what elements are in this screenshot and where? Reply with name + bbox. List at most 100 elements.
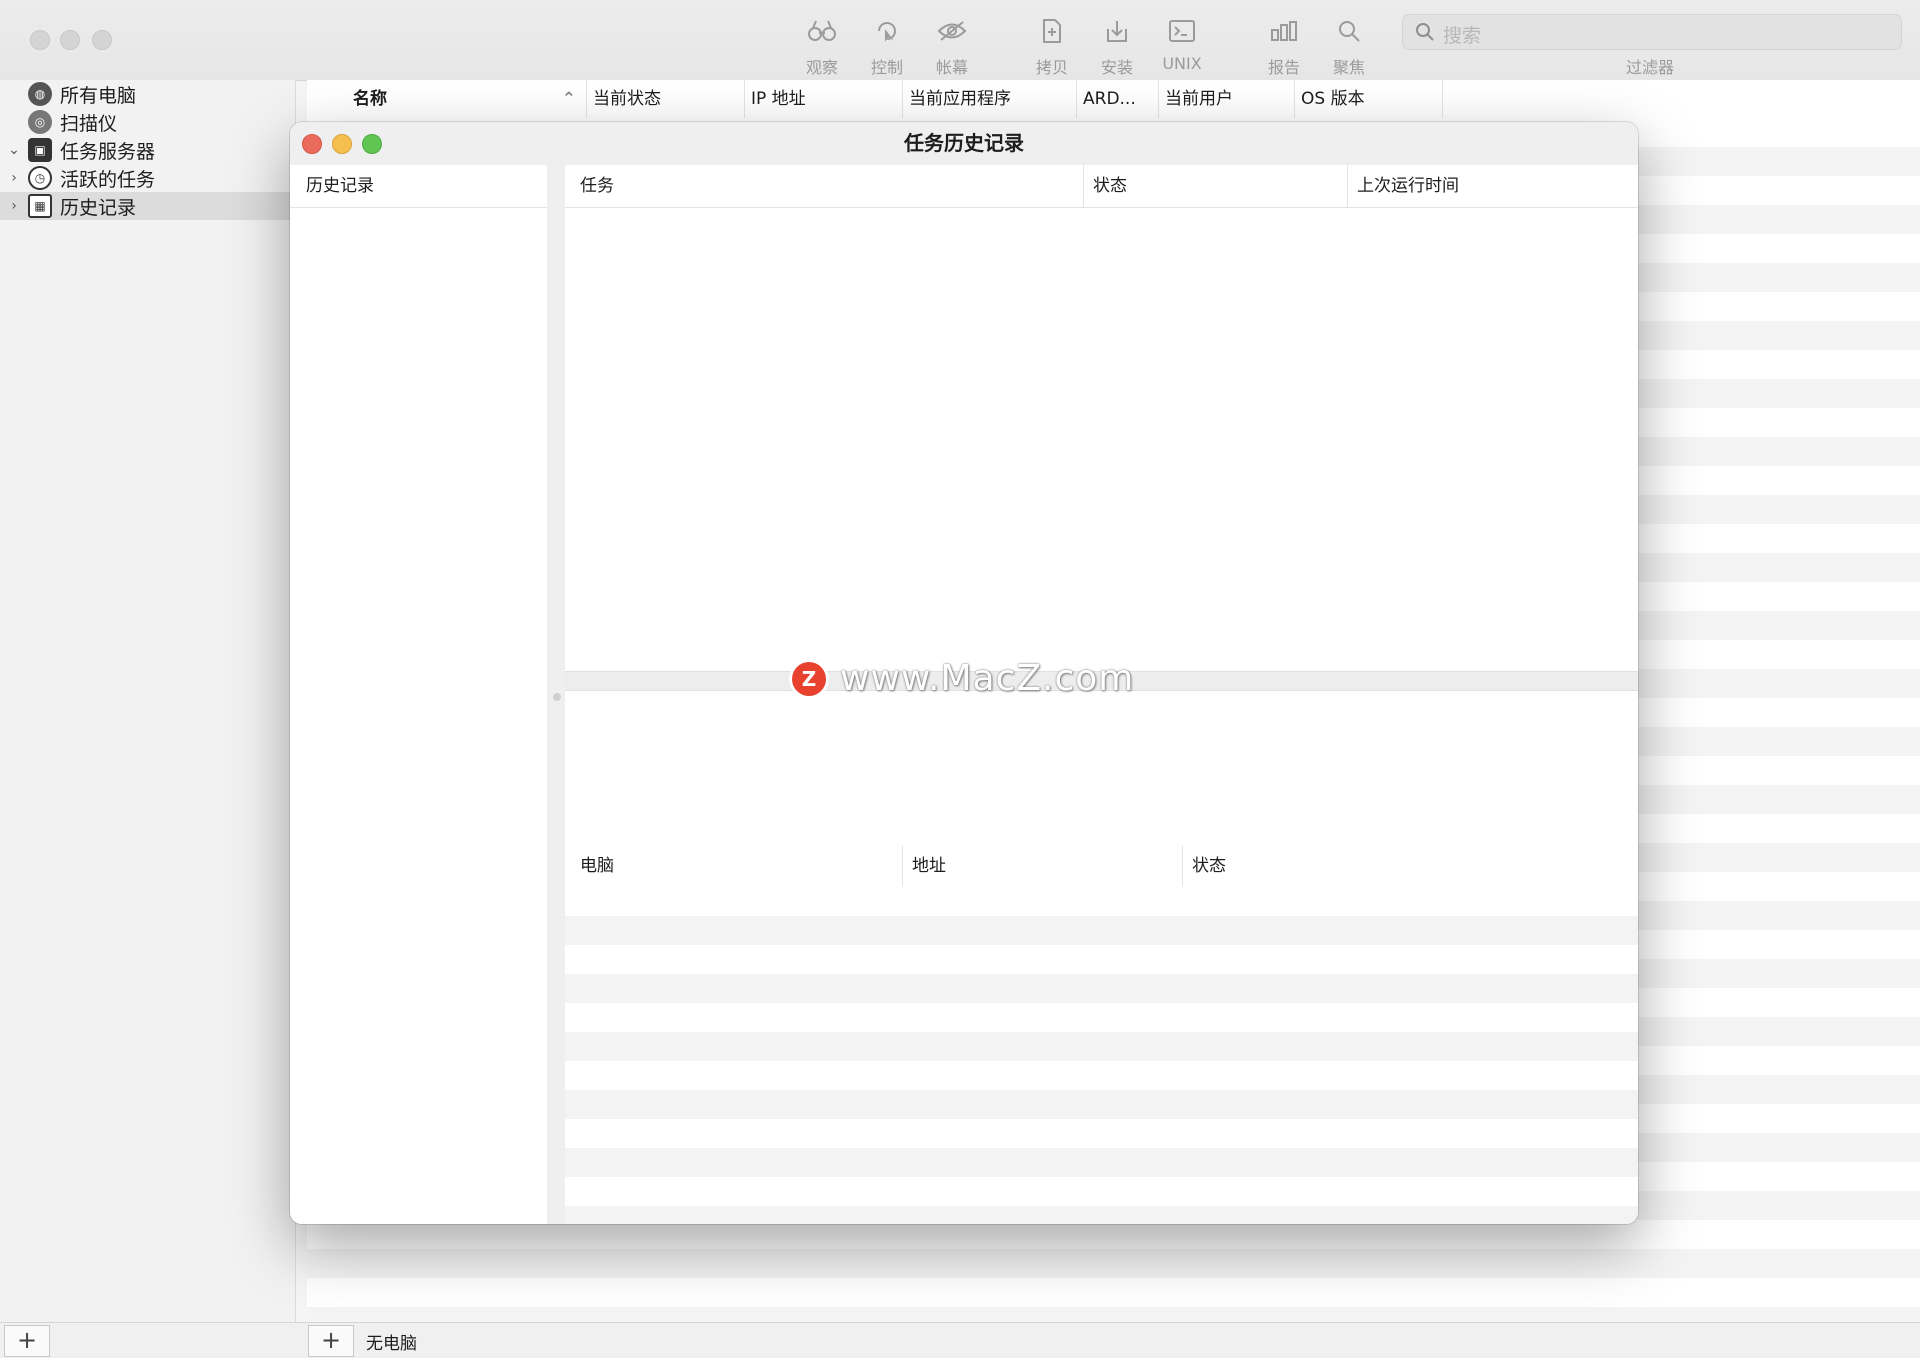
control-button[interactable]: 控制 — [855, 16, 919, 78]
report-label: 报告 — [1267, 58, 1300, 77]
status-text: 无电脑 — [366, 1334, 417, 1354]
observe-button[interactable]: 观察 — [790, 16, 854, 78]
chevron-down-icon[interactable]: ⌄ — [0, 142, 28, 158]
unix-label: UNIX — [1162, 54, 1202, 73]
install-icon — [1085, 16, 1149, 46]
filter-label: 过滤器 — [1625, 58, 1674, 77]
computer-row — [565, 1177, 1638, 1206]
search-input[interactable]: 搜索 — [1402, 14, 1902, 50]
clock-icon: ◷ — [28, 166, 52, 190]
copy-button[interactable]: 拷贝 — [1020, 16, 1084, 78]
history-header-label: 历史记录 — [306, 176, 374, 196]
add-list-button[interactable]: + — [4, 1325, 50, 1357]
search-placeholder: 搜索 — [1443, 25, 1482, 47]
computer-row — [565, 974, 1638, 1003]
sidebar-item-all-computers[interactable]: ◍ 所有电脑 — [0, 80, 295, 108]
sidebar-item-history[interactable]: › ▦ 历史记录 — [0, 192, 295, 220]
split-divider[interactable] — [547, 165, 565, 1224]
column-computer-status[interactable]: 状态 — [1183, 845, 1638, 887]
list-header: 名称 ⌃ 当前状态 IP 地址 当前应用程序 ARD... 当前用户 OS 版本 — [307, 80, 1920, 119]
radar-icon: ◎ — [28, 110, 52, 134]
computer-row — [565, 1206, 1638, 1224]
report-button[interactable]: 报告 — [1252, 16, 1316, 78]
sidebar-item-label: 活跃的任务 — [60, 168, 156, 191]
network-globe-icon: ◍ — [28, 82, 52, 106]
column-last-run[interactable]: 上次运行时间 — [1348, 165, 1638, 207]
sidebar-item-label: 历史记录 — [60, 196, 137, 219]
computer-row — [565, 887, 1638, 916]
list-row — [307, 1278, 1920, 1307]
history-list[interactable]: 历史记录 — [290, 165, 548, 1224]
list-row — [307, 1249, 1920, 1278]
list-row — [307, 1220, 1920, 1249]
zoom-button[interactable] — [92, 30, 112, 50]
eye-slash-icon — [920, 16, 984, 46]
minimize-button[interactable] — [60, 30, 80, 50]
column-name[interactable]: 名称 ⌃ — [347, 80, 587, 118]
curtain-label: 帐幕 — [935, 58, 968, 77]
computer-row — [565, 1090, 1638, 1119]
column-status[interactable]: 当前状态 — [587, 80, 745, 118]
control-label: 控制 — [870, 58, 903, 77]
task-server-icon: ▣ — [28, 138, 52, 162]
computer-row — [565, 1003, 1638, 1032]
watermark: Z www.MacZ.com — [792, 658, 1134, 699]
unix-button[interactable]: UNIX — [1150, 16, 1214, 73]
dialog-titlebar: 任务历史记录 — [290, 122, 1638, 166]
chevron-right-icon[interactable]: › — [0, 170, 28, 186]
doc-copy-icon — [1020, 16, 1084, 46]
observe-label: 观察 — [805, 58, 838, 77]
computer-row — [565, 916, 1638, 945]
install-button[interactable]: 安装 — [1085, 16, 1149, 78]
watermark-logo: Z — [792, 661, 826, 696]
computer-row — [565, 1061, 1638, 1090]
dialog-title: 任务历史记录 — [904, 131, 1024, 155]
column-computer[interactable]: 电脑 — [565, 845, 903, 887]
copy-label: 拷贝 — [1035, 58, 1068, 77]
column-os[interactable]: OS 版本 — [1295, 80, 1443, 118]
task-table-header: 任务 状态 上次运行时间 — [565, 165, 1638, 208]
computer-table-top: 电脑 地址 状态 — [565, 765, 1638, 888]
search-icon — [1317, 16, 1381, 46]
curtain-button[interactable]: 帐幕 — [920, 16, 984, 78]
sidebar-item-label: 所有电脑 — [60, 84, 137, 107]
sidebar-item-scanner[interactable]: ◎ 扫描仪 — [0, 108, 295, 136]
bottom-bar: + + 无电脑 — [0, 1322, 1920, 1358]
sidebar-item-task-server[interactable]: ⌄ ▣ 任务服务器 — [0, 136, 295, 164]
sort-ascending-icon: ⌃ — [561, 89, 576, 109]
watermark-text: www.MacZ.com — [840, 658, 1135, 699]
column-task-status[interactable]: 状态 — [1084, 165, 1348, 207]
history-header: 历史记录 — [290, 165, 547, 208]
sidebar-item-label: 扫描仪 — [60, 112, 118, 135]
column-address[interactable]: 地址 — [903, 845, 1183, 887]
terminal-icon — [1150, 16, 1214, 46]
task-table[interactable]: 任务 状态 上次运行时间 — [565, 165, 1638, 691]
install-label: 安装 — [1100, 58, 1133, 77]
divider-handle[interactable] — [553, 693, 561, 701]
chart-bars-icon — [1252, 16, 1316, 46]
column-ard[interactable]: ARD... — [1077, 80, 1159, 118]
search-icon — [1415, 22, 1435, 46]
sidebar: ◍ 所有电脑 ◎ 扫描仪 ⌄ ▣ 任务服务器 › ◷ 活跃的任务 › ▦ 历史记… — [0, 80, 296, 1322]
cursor-control-icon — [855, 16, 919, 46]
spotlight-button[interactable]: 聚焦 — [1317, 16, 1381, 78]
chevron-right-icon[interactable]: › — [0, 198, 28, 214]
toolbar: 观察 控制 帐幕 拷贝 安装 UNIX 报告 聚焦 搜索 过滤器 — [0, 0, 1920, 81]
computer-row — [565, 1119, 1638, 1148]
close-button[interactable] — [30, 30, 50, 50]
computer-table-header: 电脑 地址 状态 — [565, 845, 1638, 888]
add-computer-button[interactable]: + — [308, 1325, 354, 1357]
sidebar-item-active-tasks[interactable]: › ◷ 活跃的任务 — [0, 164, 295, 192]
column-ip[interactable]: IP 地址 — [745, 80, 903, 118]
computer-row — [565, 945, 1638, 974]
computer-row — [565, 1032, 1638, 1061]
binoculars-icon — [790, 16, 854, 46]
calendar-icon: ▦ — [28, 194, 52, 218]
spotlight-label: 聚焦 — [1332, 58, 1365, 77]
computer-row — [565, 1148, 1638, 1177]
computer-rows[interactable] — [565, 887, 1638, 1224]
column-task[interactable]: 任务 — [565, 165, 1084, 207]
sidebar-item-label: 任务服务器 — [60, 140, 156, 163]
column-app[interactable]: 当前应用程序 — [903, 80, 1077, 118]
column-user[interactable]: 当前用户 — [1159, 80, 1295, 118]
